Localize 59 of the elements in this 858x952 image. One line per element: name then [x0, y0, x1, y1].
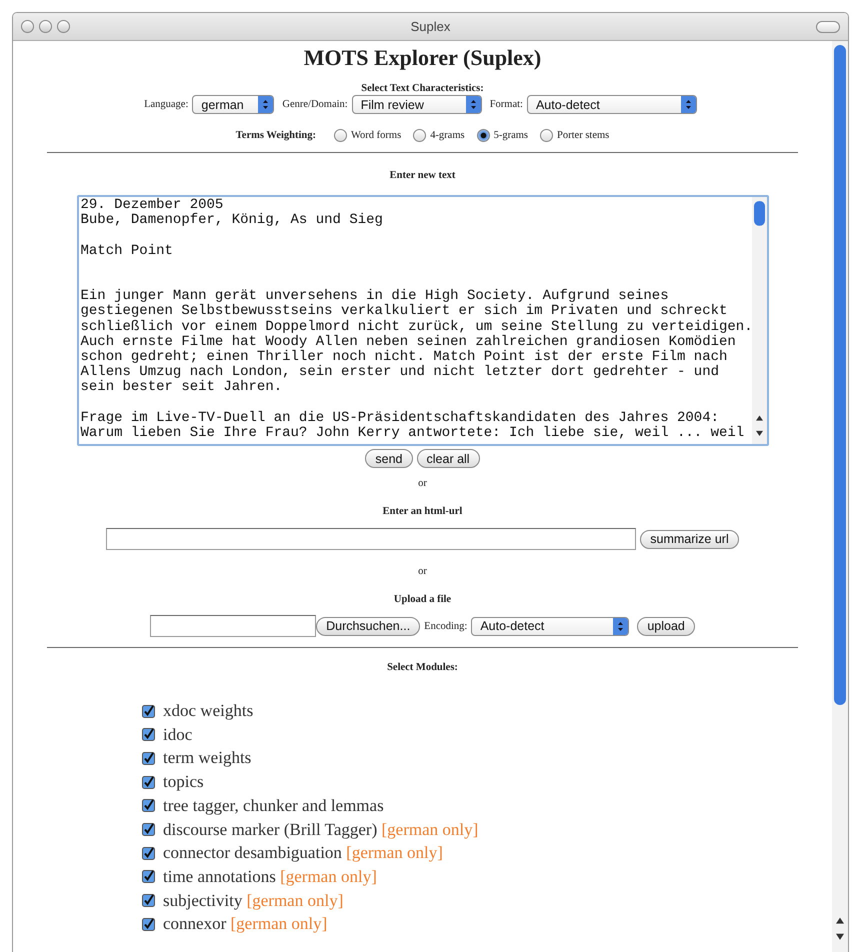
page-heading: MOTS Explorer (Suplex) [304, 45, 542, 71]
radio-label: 4-grams [430, 130, 465, 141]
checkbox[interactable] [142, 846, 155, 860]
radio-button[interactable] [413, 129, 426, 142]
checkbox[interactable] [142, 894, 155, 908]
checkbox[interactable] [142, 776, 155, 789]
module-label: xdoc weights [163, 701, 254, 722]
toolbar-toggle-button[interactable] [816, 20, 840, 32]
dropdown[interactable]: german [192, 95, 274, 114]
section-title: Upload a file [394, 594, 452, 606]
checkbox[interactable] [142, 728, 155, 742]
summarize-url-button[interactable]: summarize url [640, 530, 739, 549]
module-label: time annotations [german only] [163, 866, 377, 887]
browse-button[interactable]: Durchsuchen... [316, 616, 420, 636]
radio-button[interactable] [540, 129, 554, 142]
radio-label: 5-grams [494, 130, 528, 141]
separator-text: or [418, 566, 427, 578]
module-label: topics [163, 772, 204, 792]
text-scrollbar-icon [752, 197, 766, 444]
upload-button[interactable]: upload [637, 616, 695, 636]
checkbox[interactable] [142, 918, 155, 931]
module-label: connexor [german only] [163, 914, 328, 934]
radio-label: Porter stems [557, 130, 610, 141]
checkbox[interactable] [142, 870, 155, 884]
section-title: Select Text Characteristics: [361, 83, 484, 94]
window-control-button[interactable] [39, 20, 52, 33]
dropdown[interactable]: Auto-detect [471, 616, 630, 636]
radio-button[interactable] [476, 129, 490, 142]
module-label: idoc [163, 724, 192, 745]
section-title: Enter new text [390, 170, 456, 181]
module-label: connector desambiguation [german only] [163, 843, 443, 864]
url-input-field[interactable] [106, 528, 636, 550]
file-input-field[interactable] [150, 615, 316, 638]
text-input-field[interactable]: 29. Dezember 2005 Bube, Damenopfer, König, As und Sieg Match Point Ein junger Mann gerät unversehens in die High Society. Aufgrund seines gestiegenen Selbstbewusstseins verkalkuliert er sich im Privaten und schreckt schließlich vor einem Doppelmord nicht zurück, um seine Stellung zu verteidigen. Auch ernste Filme hat Woody Allen neben seinen zahlreichen grandiosen Komödien schon gedreht; einen Thriller noch nicht. Match Point ist der erste Film nach Allens Umzug nach London, sein erster und nicht letzter dort gedrehter - und sein bester seit Jahren. Frage im Live-TV-Duell an die US-Präsidentschaftskandidaten des Jahres 2004: Warum lieben Sie Ihre Frau? John Kerry antwortete: Ich liebe sie, weil ... weil [76, 195, 768, 446]
window-control-button[interactable] [57, 20, 70, 33]
section-title: Enter an html-url [382, 506, 462, 518]
form-button[interactable]: send [365, 449, 413, 468]
field-label: Genre/Domain: [282, 99, 348, 110]
field-label: Terms Weighting: [236, 130, 316, 141]
checkbox[interactable] [142, 752, 155, 765]
window-control-button[interactable] [21, 20, 34, 33]
module-label: term weights [163, 748, 252, 768]
section-title: Select Modules: [387, 662, 458, 674]
module-label: tree tagger, chunker and lemmas [163, 796, 384, 816]
dropdown[interactable]: Film review [352, 95, 482, 114]
module-label: discourse marker (Brill Tagger) [german only] [163, 820, 478, 840]
radio-button[interactable] [334, 129, 347, 142]
checkbox[interactable] [142, 799, 155, 812]
dropdown[interactable]: Auto-detect [526, 95, 697, 114]
field-label: Encoding: [424, 620, 468, 632]
module-label: subjectivity [german only] [163, 890, 344, 911]
field-label: Language: [144, 99, 188, 110]
field-label: Format: [490, 99, 523, 110]
form-button[interactable]: clear all [416, 449, 480, 468]
checkbox[interactable] [142, 823, 155, 836]
window-title: Suplex [410, 19, 450, 34]
radio-label: Word forms [350, 130, 402, 141]
checkbox[interactable] [142, 704, 155, 718]
separator-text: or [418, 478, 427, 490]
